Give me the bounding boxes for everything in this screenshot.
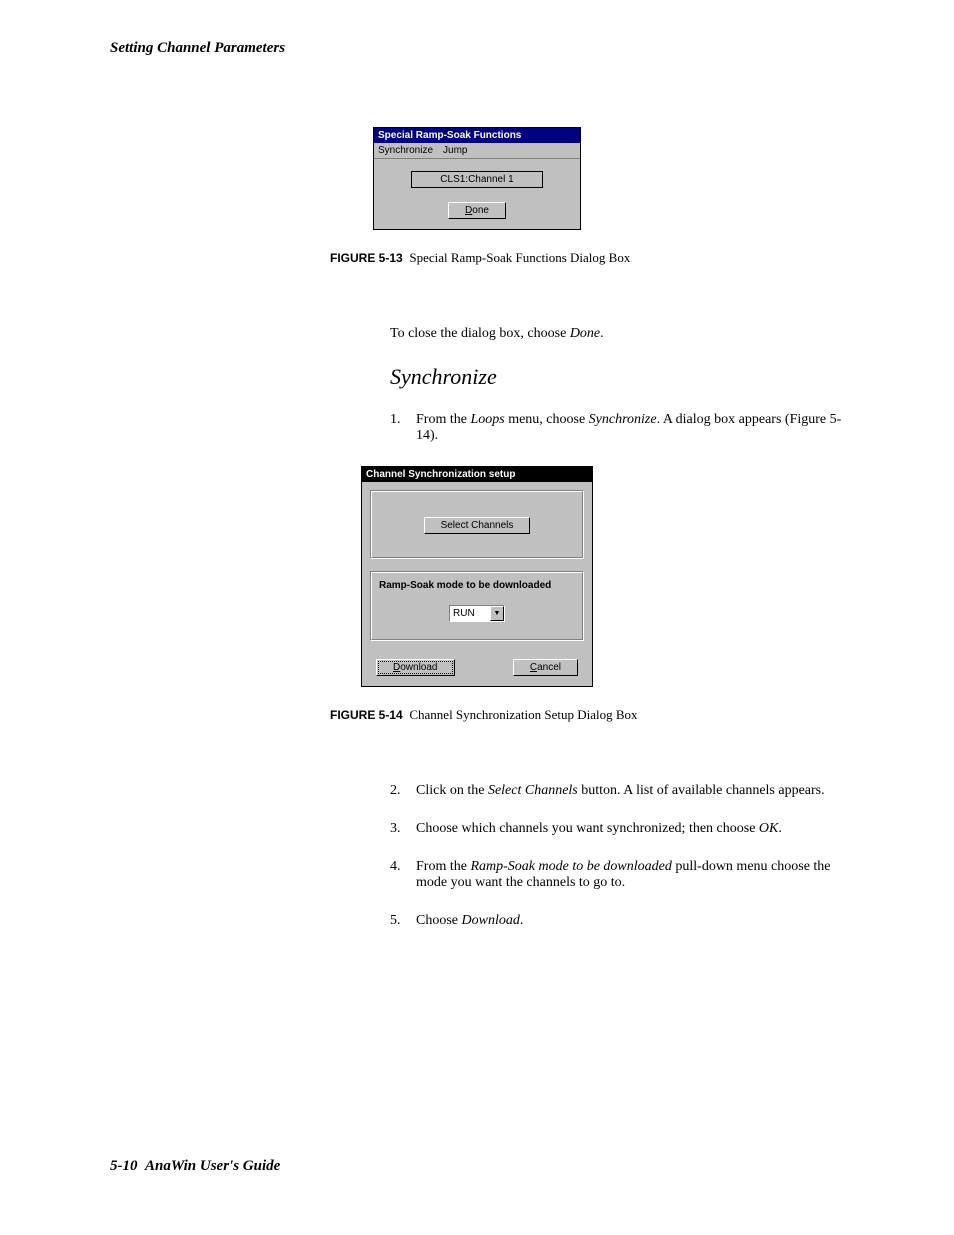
cancel-button[interactable]: Cancel	[513, 659, 578, 676]
menu-synchronize[interactable]: Synchronize	[378, 145, 433, 156]
figure-caption: FIGURE 5-13 Special Ramp-Soak Functions …	[330, 250, 844, 266]
dialog-title: Special Ramp-Soak Functions	[374, 128, 580, 143]
group-label-rampsoak: Ramp-Soak mode to be downloaded	[371, 580, 583, 591]
step-3: 3. Choose which channels you want synchr…	[390, 821, 844, 837]
dialog-special-ramp-soak: Special Ramp-Soak Functions Synchronize …	[373, 127, 581, 230]
step-2: 2. Click on the Select Channels button. …	[390, 783, 844, 799]
step-4: 4. From the Ramp-Soak mode to be downloa…	[390, 859, 844, 891]
done-button[interactable]: Done	[448, 202, 506, 219]
dialog-channel-sync: Channel Synchronization setup Select Cha…	[361, 466, 593, 687]
rampsoak-mode-combo[interactable]: RUN ▼	[449, 605, 505, 622]
dialog2-title: Channel Synchronization setup	[362, 467, 592, 482]
select-channels-button[interactable]: Select Channels	[424, 517, 531, 534]
heading-synchronize: Synchronize	[390, 364, 844, 390]
step-5: 5. Choose Download.	[390, 913, 844, 929]
figure-caption-2: FIGURE 5-14 Channel Synchronization Setu…	[330, 707, 844, 723]
channel-field: CLS1:Channel 1	[411, 171, 542, 188]
chevron-down-icon[interactable]: ▼	[490, 606, 504, 621]
page-footer: 5-10 AnaWin User's Guide	[110, 1158, 280, 1175]
paragraph-close-dialog: To close the dialog box, choose Done.	[390, 326, 844, 342]
menu-jump[interactable]: Jump	[443, 145, 467, 156]
page-header: Setting Channel Parameters	[110, 40, 844, 57]
dialog-menu-bar: Synchronize Jump	[374, 143, 580, 159]
download-button[interactable]: Download	[376, 659, 455, 676]
step-1: 1. From the Loops menu, choose Synchroni…	[390, 412, 844, 444]
